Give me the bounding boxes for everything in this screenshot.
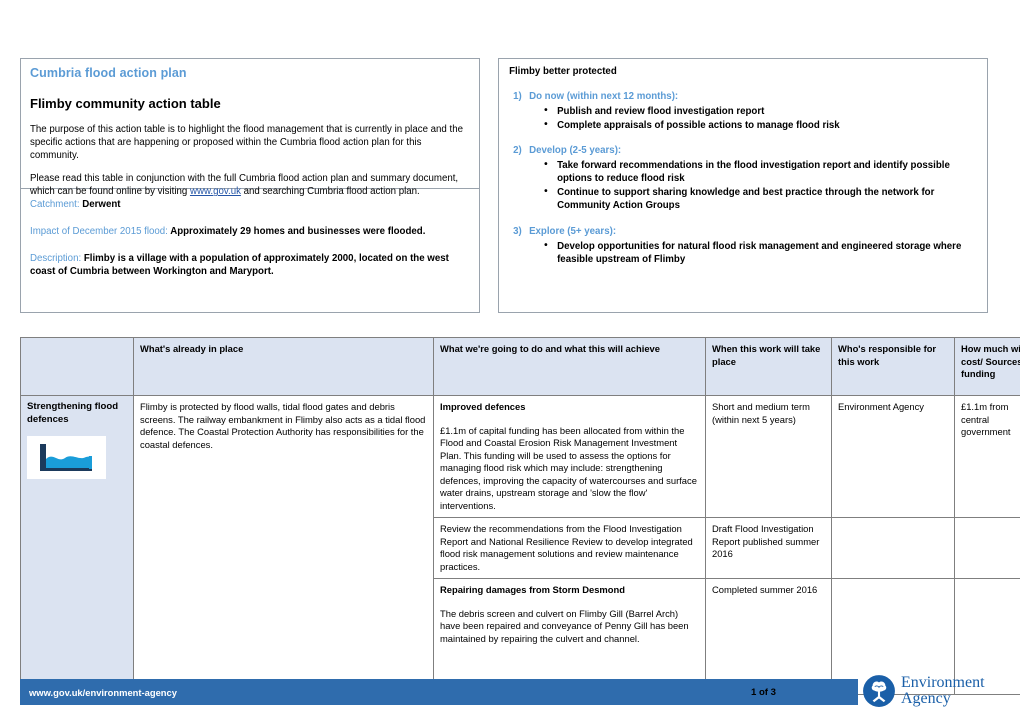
action-group-1-heading: 1) Do now (within next 12 months): (509, 91, 977, 102)
list-item: Publish and review flood investigation r… (544, 104, 977, 118)
plan-title: Cumbria flood action plan (30, 66, 187, 80)
table-row: Strengthening flood defences Flimby is p… (20, 395, 1020, 695)
details-box: Catchment: Derwent Impact of December 20… (20, 189, 481, 313)
action-group-3: 3) Explore (5+ years): Develop opportunit… (509, 226, 977, 266)
action-cell: Review the recommendations from the Floo… (433, 517, 706, 579)
action-subhead: Repairing damages from Storm Desmond (440, 584, 625, 595)
list-item: Complete appraisals of possible actions … (544, 118, 977, 132)
flood-defence-wall-icon (27, 435, 106, 479)
action-group-2-heading: 2) Develop (2-5 years): (509, 145, 977, 156)
environment-agency-logo: Environment Agency (862, 672, 988, 710)
col-header-who: Who's responsible for this work (831, 337, 955, 396)
catchment-value: Derwent (82, 199, 121, 210)
page-title: Flimby community action table (30, 96, 221, 111)
action-cell: Repairing damages from Storm Desmond The … (433, 578, 706, 695)
when-cell: Short and medium term (within next 5 yea… (705, 395, 832, 518)
action-group-3-number: 3) (513, 225, 522, 237)
better-protected-title: Flimby better protected (509, 66, 617, 77)
cost-cell: £1.1m from central government (954, 395, 1020, 518)
action-body: The debris screen and culvert on Flimby … (440, 607, 689, 644)
list-item: Take forward recommendations in the floo… (544, 158, 977, 185)
action-group-1: 1) Do now (within next 12 months): Publis… (509, 91, 977, 132)
impact-label: Impact of December 2015 flood: (30, 226, 168, 238)
who-cell: Environment Agency (831, 395, 955, 518)
purpose-paragraph: The purpose of this action table is to h… (30, 124, 463, 161)
action-body: £1.1m of capital funding has been alloca… (440, 424, 697, 511)
top-panels: Cumbria flood action plan Flimby communi… (20, 58, 988, 313)
action-cell: Improved defences £1.1m of capital fundin… (433, 395, 706, 518)
col-header-cost: How much will it cost/ Sources of fundin… (954, 337, 1020, 396)
col-header-in-place: What's already in place (133, 337, 434, 396)
document-page: Cumbria flood action plan Flimby communi… (0, 0, 1020, 721)
table-body: Strengthening flood defences Flimby is p… (20, 395, 1020, 695)
description-value: Flimby is a village with a population of… (30, 253, 449, 278)
when-cell: Draft Flood Investigation Report publish… (705, 517, 832, 579)
action-group-2-list: Take forward recommendations in the floo… (509, 158, 977, 212)
action-body: Review the recommendations from the Floo… (440, 523, 693, 572)
action-group-1-label: Do now (within next 12 months): (529, 91, 679, 102)
when-cell: Completed summer 2016 (705, 578, 832, 695)
catchment-label: Catchment: (30, 199, 80, 210)
action-group-3-heading: 3) Explore (5+ years): (509, 226, 977, 237)
in-place-cell: Flimby is protected by flood walls, tida… (133, 395, 434, 695)
cost-cell (954, 517, 1020, 579)
action-group-2-label: Develop (2-5 years): (529, 145, 622, 157)
list-item: Develop opportunities for natural flood … (544, 239, 977, 266)
action-group-3-list: Develop opportunities for natural flood … (509, 239, 977, 266)
table-header: What's already in place What we're going… (20, 337, 1020, 396)
intro-box: Cumbria flood action plan Flimby communi… (20, 58, 481, 197)
action-group-1-list: Publish and review flood investigation r… (509, 104, 977, 132)
left-column: Cumbria flood action plan Flimby communi… (20, 58, 481, 313)
action-table: What's already in place What we're going… (20, 337, 1020, 695)
action-group-2-number: 2) (513, 145, 522, 157)
environment-agency-wordmark: Environment Agency (901, 675, 985, 706)
action-group-2: 2) Develop (2-5 years): Take forward reco… (509, 145, 977, 212)
list-item: Continue to support sharing knowledge an… (544, 185, 977, 212)
footer-bar: www.gov.uk/environment-agency 1 of 3 (20, 679, 858, 705)
table-header-row: What's already in place What we're going… (20, 337, 1020, 396)
impact-value: Approximately 29 homes and businesses we… (170, 226, 426, 238)
col-header-category (20, 337, 134, 396)
who-cell (831, 517, 955, 579)
col-header-going-to-do: What we're going to do and what this wil… (433, 337, 706, 396)
logo-line-2: Agency (901, 690, 951, 707)
action-group-1-number: 1) (513, 91, 522, 102)
page-number: 1 of 3 (750, 686, 776, 698)
action-subhead: Improved defences (440, 401, 526, 412)
impact-row: Impact of December 2015 flood: Approxima… (30, 225, 470, 238)
better-protected-box: Flimby better protected 1) Do now (within… (498, 58, 988, 313)
category-cell: Strengthening flood defences (20, 395, 134, 695)
description-label: Description: (30, 253, 82, 265)
environment-agency-emblem-icon (863, 675, 895, 707)
col-header-when: When this work will take place (705, 337, 832, 396)
logo-line-1: Environment (901, 674, 985, 692)
description-row: Description: Flimby is a village with a … (30, 252, 470, 278)
footer-url[interactable]: www.gov.uk/environment-agency (20, 687, 177, 698)
catchment-row: Catchment: Derwent (30, 198, 470, 211)
action-group-3-label: Explore (5+ years): (529, 225, 617, 237)
category-label: Strengthening flood defences (27, 401, 119, 425)
